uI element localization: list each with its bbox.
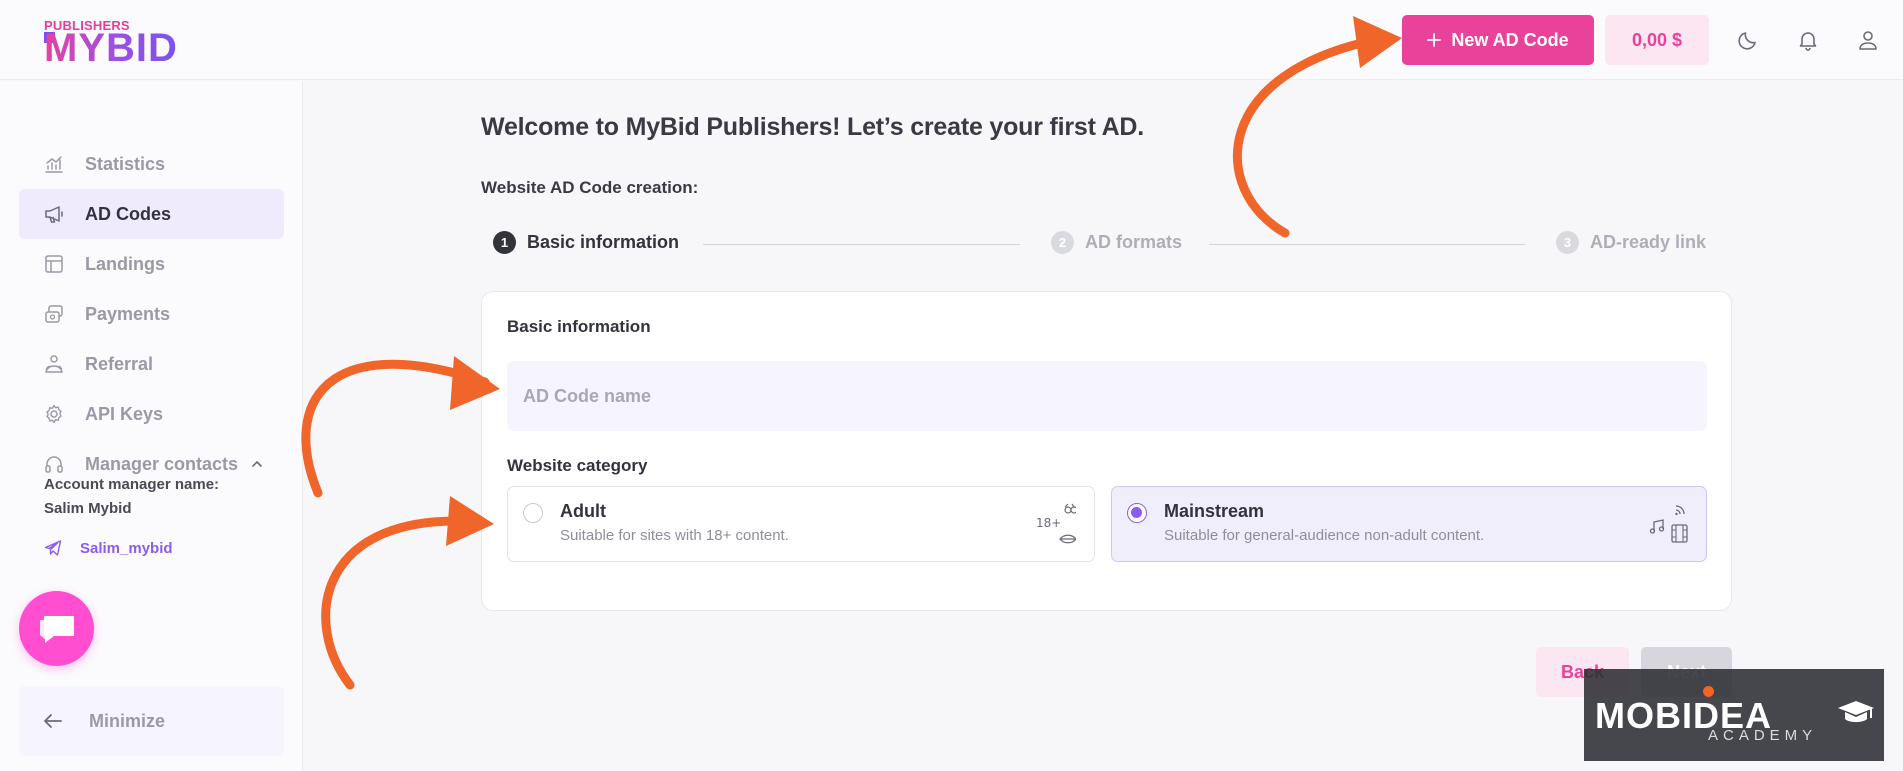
category-option-mainstream[interactable]: Mainstream Suitable for general-audience… [1111,486,1707,562]
new-ad-code-label: New AD Code [1451,29,1569,50]
card-title: Basic information [507,317,651,336]
gear-icon [46,404,62,424]
chat-icon [39,615,74,643]
step-label: AD formats [1085,232,1183,252]
step-connector [1209,244,1525,245]
sidebar-item-landings[interactable]: Landings [19,239,284,289]
category-option-adult[interactable]: Adult Suitable for sites with 18+ conten… [507,486,1095,562]
chart-icon [45,156,63,173]
chevron-up-icon[interactable] [250,457,264,471]
sidebar-item-ad-codes[interactable]: AD Codes [19,189,284,239]
adult-icon-text: 18+ [1036,516,1061,530]
mobidea-academy-watermark: MOBIDEA ACADEMY [1584,669,1884,761]
graduation-cap-icon [1838,701,1874,722]
chat-support-button[interactable] [19,591,94,666]
megaphone-icon [45,206,63,223]
step-basic-information: 1 Basic information [493,231,679,254]
adult-radio[interactable] [523,503,543,523]
account-manager-label: Account manager name: [44,476,220,493]
sidebar-item-label: API Keys [85,403,164,424]
sidebar-item-label: Landings [85,253,165,274]
category-name: Adult [560,501,606,521]
annotation-arrow-category [321,516,483,690]
sidebar-item-label: Referral [85,353,154,374]
new-ad-code-button[interactable]: New AD Code [1402,15,1594,65]
annotation-arrow-name-input [301,359,490,498]
ad-code-name-input[interactable] [507,361,1707,431]
step-connector [703,244,1020,245]
account-manager-info: Account manager name: Salim Mybid [44,473,219,521]
mybid-logo[interactable]: PUBLISHERS MYBID [44,18,234,70]
step-label: Basic information [527,232,680,252]
page-title: Welcome to MyBid Publishers! Let’s creat… [481,113,1145,141]
sidebar-item-api-keys[interactable]: API Keys [19,389,284,439]
sidebar-item-statistics[interactable]: Statistics [19,139,284,189]
top-header: PUBLISHERS MYBID New AD Code 0,00 $ [0,0,1903,80]
sidebar-item-referral[interactable]: Referral [19,339,284,389]
basic-information-card: Basic information Website category Adult… [481,291,1732,611]
balance-badge[interactable]: 0,00 $ [1605,15,1709,65]
bell-icon[interactable] [1796,28,1820,52]
manager-telegram-link[interactable]: Salim_mybid [44,539,173,557]
user-icon[interactable] [1856,28,1880,52]
media-icon [1649,505,1688,543]
step-ad-ready-link: 3 AD-ready link [1556,231,1706,254]
moon-icon[interactable] [1736,28,1760,52]
website-category-title: Website category [507,456,648,475]
step-label: AD-ready link [1590,232,1707,252]
category-name: Mainstream [1164,501,1265,521]
adult-content-icon: 18+ [1036,503,1076,544]
sidebar-item-label: Statistics [85,153,166,174]
category-description: Suitable for general-audience non-adult … [1164,527,1485,544]
telegram-icon [44,540,62,556]
step-number: 2 [1051,231,1074,254]
step-number: 3 [1556,231,1579,254]
account-manager-name: Salim Mybid [44,500,132,517]
headphones-icon [45,456,63,473]
plus-icon [1427,33,1442,47]
category-description: Suitable for sites with 18+ content. [560,527,789,544]
manager-link-label: Salim_mybid [80,539,173,557]
sidebar-item-label: AD Codes [85,203,172,224]
minimize-sidebar-button[interactable]: Minimize [19,686,284,756]
sidebar-item-label: Manager contacts [85,453,239,474]
step-ad-formats: 2 AD formats [1051,231,1182,254]
step-number: 1 [493,231,516,254]
logo-main-text: MYBID [44,26,178,70]
sidebar-item-label: Payments [85,303,171,324]
mainstream-radio[interactable] [1127,503,1147,523]
page-subtitle: Website AD Code creation: [481,178,699,197]
layout-icon [45,255,63,273]
minimize-label: Minimize [89,710,166,731]
arrow-left-icon [44,714,62,728]
watermark-sub-text: ACADEMY [1708,727,1818,744]
sidebar-item-payments[interactable]: Payments [19,289,284,339]
referral-icon [45,355,63,373]
payments-icon [45,305,63,323]
sidebar: Statistics AD Codes Landings Payments Re… [0,81,303,771]
